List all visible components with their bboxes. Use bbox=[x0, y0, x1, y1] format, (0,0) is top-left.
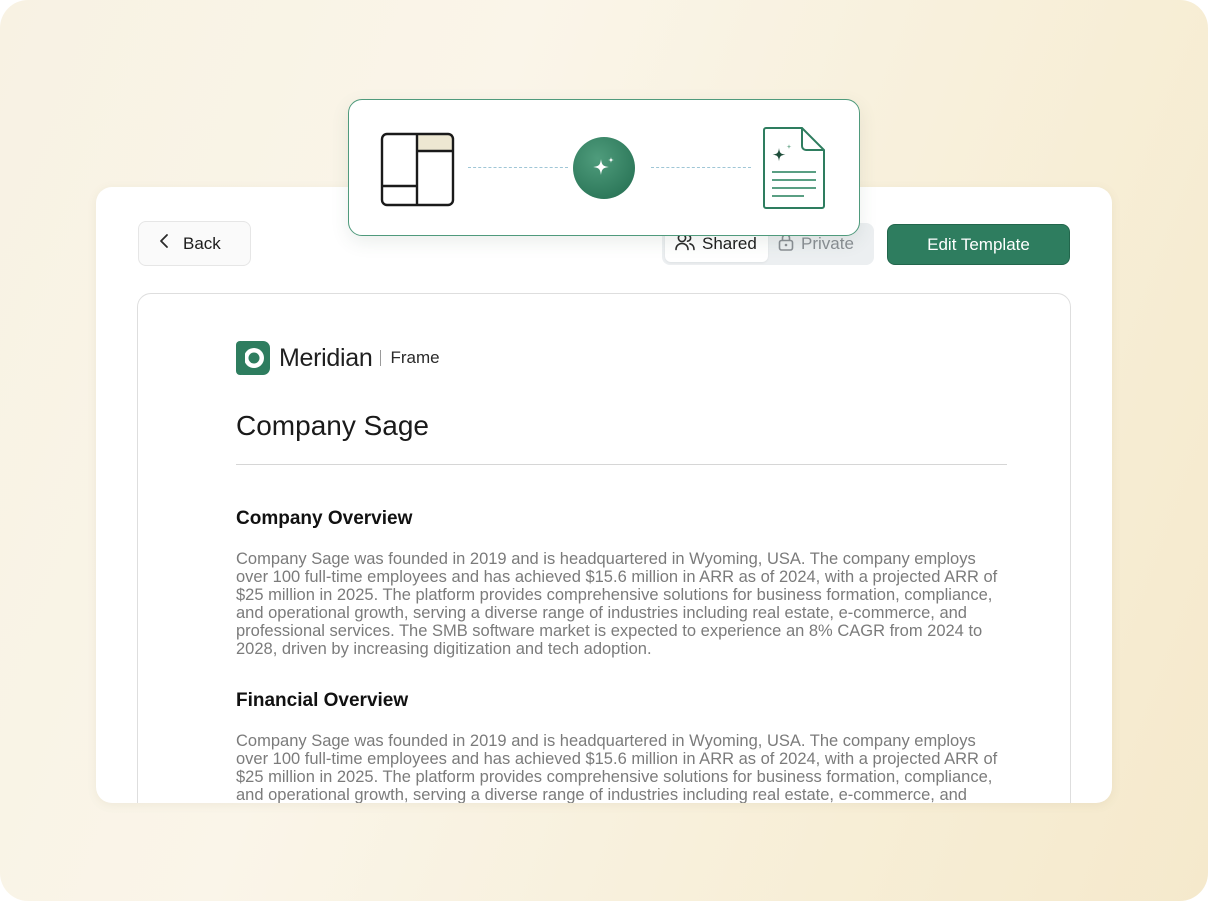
back-button-label: Back bbox=[183, 233, 221, 253]
title-divider bbox=[236, 464, 1007, 465]
section-body: Company Sage was founded in 2019 and is … bbox=[236, 550, 998, 658]
logo-divider bbox=[380, 350, 382, 366]
document-preview: Meridian Frame Company Sage Company Over… bbox=[137, 293, 1071, 803]
template-preview-card: Back Shared Private Edit Template Meridi… bbox=[96, 187, 1112, 803]
section-body: Company Sage was founded in 2019 and is … bbox=[236, 732, 998, 803]
document-title: Company Sage bbox=[236, 410, 430, 441]
section-heading: Financial Overview bbox=[236, 690, 409, 711]
connector-line bbox=[651, 167, 751, 168]
layout-template-icon bbox=[380, 132, 455, 212]
brand-name: Meridian bbox=[279, 343, 373, 372]
company-logo: Meridian Frame bbox=[236, 341, 440, 375]
chevron-left-icon bbox=[159, 233, 169, 254]
ai-generation-flow-card bbox=[348, 99, 860, 236]
private-label: Private bbox=[801, 234, 854, 253]
shared-label: Shared bbox=[702, 234, 757, 253]
section-heading: Company Overview bbox=[236, 508, 413, 529]
sparkles-icon bbox=[573, 137, 635, 199]
generated-document-icon bbox=[762, 126, 826, 215]
edit-template-button[interactable]: Edit Template bbox=[887, 224, 1070, 265]
page-background: Back Shared Private Edit Template Meridi… bbox=[0, 0, 1208, 901]
back-button[interactable]: Back bbox=[138, 221, 251, 266]
product-name: Frame bbox=[390, 348, 440, 367]
connector-line bbox=[468, 167, 568, 168]
meridian-logo-icon bbox=[236, 341, 270, 375]
